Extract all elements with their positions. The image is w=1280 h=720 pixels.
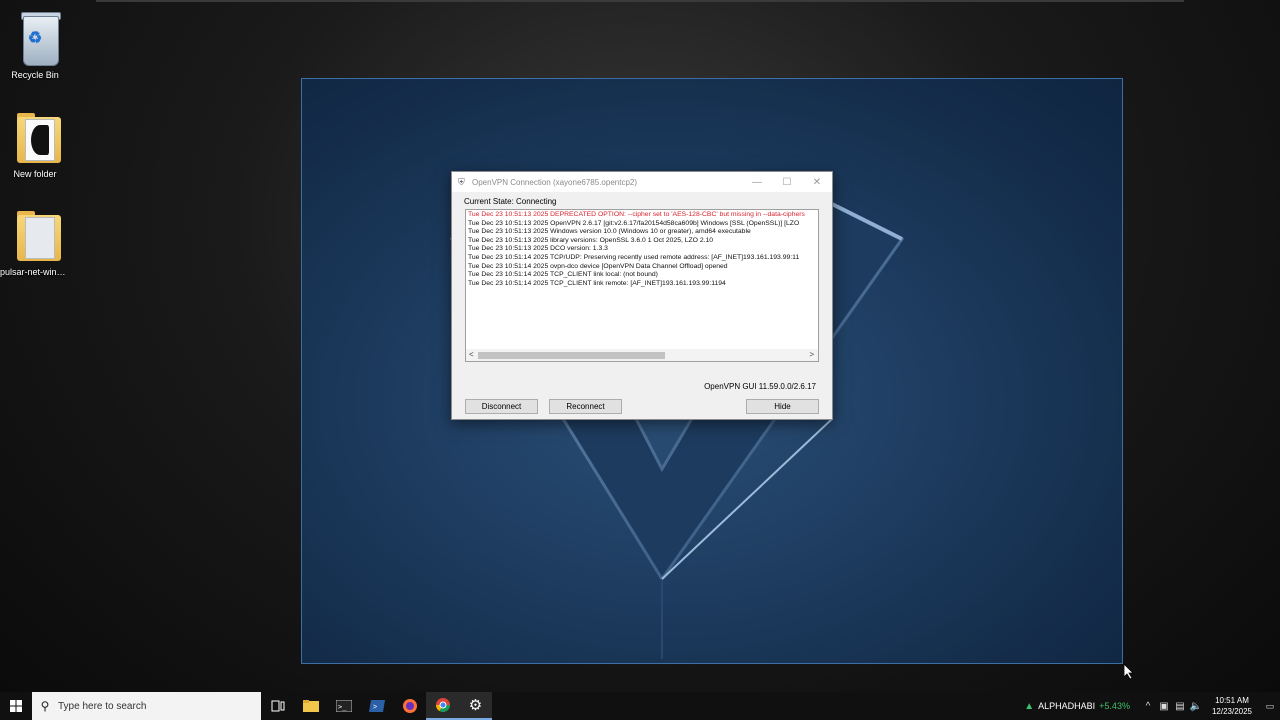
minimize-icon[interactable]: — (742, 177, 772, 188)
log-lines: Tue Dec 23 10:51:13 2025 DEPRECATED OPTI… (466, 210, 818, 289)
clock-date: 12/23/2025 (1211, 707, 1252, 716)
openvpn-connection-window: ⛨ OpenVPN Connection (xayone6785.opentcp… (451, 171, 833, 420)
desktop-icon-recycle-bin[interactable]: ♻ Recycle Bin (0, 2, 70, 80)
chrome-icon[interactable] (426, 692, 459, 720)
log-line: Tue Dec 23 10:51:14 2025 TCP_CLIENT link… (468, 279, 726, 287)
horizontal-scrollbar[interactable]: < > (466, 349, 818, 361)
reconnect-button[interactable]: Reconnect (549, 399, 622, 414)
scroll-left-icon[interactable]: < (469, 350, 474, 359)
search-placeholder: Type here to search (58, 700, 147, 712)
taskbar: ⚲ Type here to search >_ > ⚙ ▲ ALPHADHAB… (0, 692, 1280, 720)
search-box[interactable]: ⚲ Type here to search (32, 692, 261, 720)
mouse-cursor-icon (1124, 664, 1134, 680)
settings-icon[interactable]: ⚙ (459, 692, 492, 720)
clock-time: 10:51 AM (1215, 696, 1249, 705)
desktop-icon-pulsar[interactable]: pulsar-net-win64... (0, 199, 70, 277)
search-icon: ⚲ (40, 699, 50, 713)
system-tray: ▲ ALPHADHABI +5.43% ^ ▣ ▤ 🔈 10:51 AM 12/… (1024, 692, 1280, 720)
firefox-icon[interactable] (393, 692, 426, 720)
stock-widget[interactable]: ▲ ALPHADHABI +5.43% (1024, 701, 1130, 712)
stock-change: +5.43% (1099, 701, 1130, 711)
maximize-icon[interactable]: ☐ (772, 177, 802, 188)
terminal-icon[interactable]: >_ (327, 692, 360, 720)
scroll-thumb[interactable] (478, 352, 665, 359)
log-line: Tue Dec 23 10:51:14 2025 TCP/UDP: Preser… (468, 253, 800, 261)
chevron-up-icon[interactable]: ^ (1140, 701, 1156, 712)
task-view-icon[interactable] (261, 692, 294, 720)
version-label: OpenVPN GUI 11.59.0.0/2.6.17 (704, 382, 816, 391)
log-line: Tue Dec 23 10:51:13 2025 library version… (468, 236, 714, 244)
hide-button[interactable]: Hide (746, 399, 819, 414)
openvpn-icon: ⛨ (458, 177, 465, 187)
svg-text:>_: >_ (338, 703, 347, 711)
window-title: OpenVPN Connection (xayone6785.opentcp2) (472, 177, 637, 187)
log-line: Tue Dec 23 10:51:13 2025 DEPRECATED OPTI… (468, 211, 805, 218)
device-icon[interactable]: ▣ (1156, 701, 1172, 712)
close-icon[interactable]: ✕ (802, 177, 832, 188)
recycle-bin-icon: ♻ (11, 10, 61, 66)
log-line: Tue Dec 23 10:51:13 2025 OpenVPN 2.6.17 … (468, 219, 800, 227)
desktop-icon-label: pulsar-net-win64... (0, 267, 70, 277)
notification-icon[interactable]: ▭ (1260, 701, 1280, 712)
top-strip (96, 0, 1184, 2)
folder-icon (11, 109, 61, 165)
stock-trend-icon: ▲ (1024, 700, 1035, 712)
start-button[interactable] (0, 692, 32, 720)
scroll-right-icon[interactable]: > (809, 350, 814, 359)
file-explorer-icon[interactable] (294, 692, 327, 720)
log-line: Tue Dec 23 10:51:14 2025 ovpn-dco device… (468, 262, 728, 270)
disconnect-button[interactable]: Disconnect (465, 399, 538, 414)
title-bar[interactable]: ⛨ OpenVPN Connection (xayone6785.opentcp… (452, 172, 832, 192)
log-line: Tue Dec 23 10:51:13 2025 Windows version… (468, 228, 751, 236)
clock[interactable]: 10:51 AM 12/23/2025 (1212, 695, 1252, 717)
current-state: Current State: Connecting (464, 197, 557, 206)
desktop-icon-new-folder[interactable]: New folder (0, 101, 70, 179)
stock-name: ALPHADHABI (1038, 701, 1096, 711)
windows-logo-icon (10, 700, 22, 712)
desktop-icon-label: Recycle Bin (11, 70, 59, 80)
desktop-icon-label: New folder (13, 169, 57, 179)
powershell-icon[interactable]: > (360, 692, 393, 720)
log-line: Tue Dec 23 10:51:14 2025 TCP_CLIENT link… (468, 271, 658, 279)
volume-muted-icon[interactable]: 🔈 (1188, 701, 1204, 712)
network-icon[interactable]: ▤ (1172, 701, 1188, 712)
svg-text:>: > (373, 704, 377, 711)
log-line: Tue Dec 23 10:51:13 2025 DCO version: 1.… (468, 245, 608, 253)
log-view[interactable]: Tue Dec 23 10:51:13 2025 DEPRECATED OPTI… (465, 209, 819, 362)
zip-folder-icon (11, 207, 61, 263)
